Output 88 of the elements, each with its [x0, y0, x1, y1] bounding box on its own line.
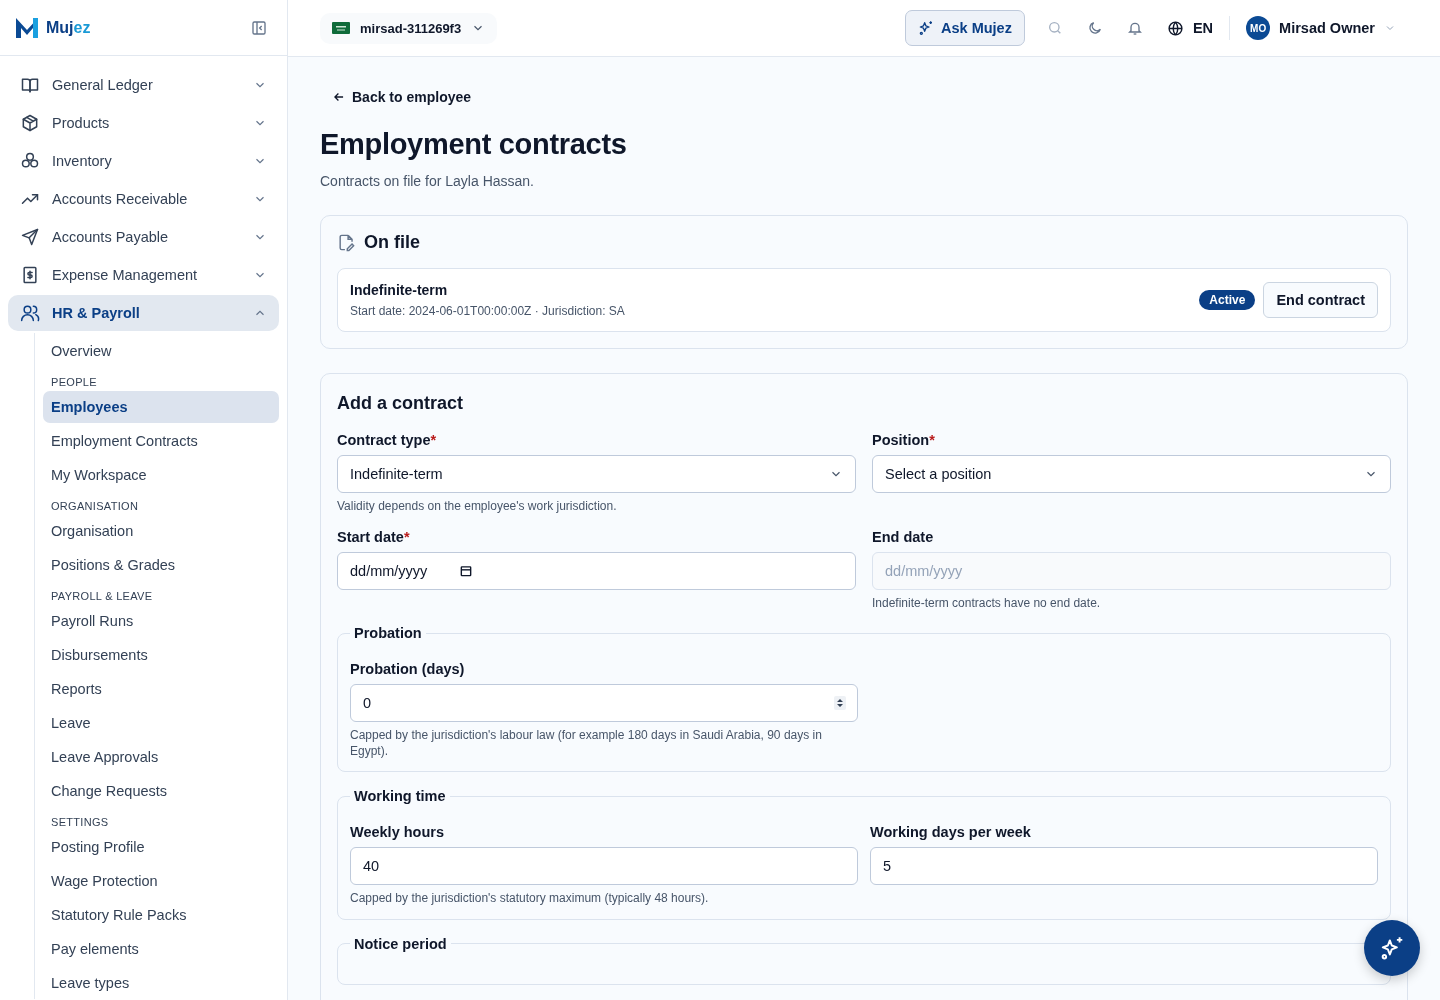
globe-icon: [1166, 19, 1184, 37]
nav-item[interactable]: General Ledger: [8, 67, 279, 103]
notification-icon[interactable]: [1126, 20, 1143, 36]
status-badge: Active: [1199, 290, 1256, 310]
field-hint: Indefinite-term contracts have no end date.: [872, 595, 1102, 612]
section-label: PEOPLE: [50, 375, 98, 390]
page-subtitle: Contracts on file for Layla Hassan.: [320, 173, 535, 189]
nav-subitem[interactable]: Leave types: [43, 967, 279, 999]
nav-subitem[interactable]: Reports: [43, 673, 279, 705]
nav-item[interactable]: HR & Payroll: [8, 295, 279, 331]
date-field[interactable]: dd/mm/yyyy: [337, 551, 856, 590]
field-label: Working days per week: [870, 824, 1032, 841]
field-label: Probation (days): [350, 661, 466, 678]
nav-label: Accounts Receivable: [52, 191, 188, 207]
nav-subitem[interactable]: Positions & Grades: [43, 549, 279, 581]
nav-subitem[interactable]: Payroll Runs: [43, 605, 279, 637]
nav-label: General Ledger: [52, 77, 153, 93]
field-hint: Capped by the jurisdiction's labour law (for example 180 days in Saudi Arabia, 90 days in Egypt).: [350, 728, 823, 760]
nav-subitem[interactable]: Wage Protection: [43, 865, 279, 897]
field-label: End date: [872, 528, 935, 545]
moon-icon[interactable]: [1086, 20, 1103, 36]
text-field[interactable]: 5: [870, 847, 1378, 886]
nav-subitem[interactable]: Statutory Rule Packs: [43, 899, 279, 931]
receipt-icon: [20, 265, 40, 285]
nav-item[interactable]: Accounts Receivable: [8, 181, 279, 217]
nav-subitem[interactable]: Disbursements: [43, 639, 279, 671]
field-label: Contract type*: [337, 432, 438, 448]
section-label: ORGANISATION: [50, 499, 140, 514]
sparkles-icon: [1379, 935, 1405, 961]
flag-icon: [332, 22, 350, 34]
sparkles-icon: [918, 20, 935, 36]
card-title: Add a contract: [337, 393, 465, 414]
ask-button[interactable]: Ask Mujez: [905, 10, 1025, 46]
card-title: On file: [364, 232, 420, 253]
user-menu[interactable]: MO Mirsad Owner: [1246, 16, 1396, 40]
document-edit-icon: [337, 233, 356, 252]
nav-subitem[interactable]: Organisation: [43, 515, 279, 547]
nav-subitem[interactable]: Posting Profile: [43, 831, 279, 863]
cubes-icon: [20, 151, 40, 171]
field-label: Start date*: [337, 528, 411, 545]
logo-icon: [15, 15, 39, 40]
section-label: SETTINGS: [50, 815, 110, 830]
back-link[interactable]: Back to employee: [332, 89, 472, 105]
nav-subitem[interactable]: Overview: [43, 335, 279, 367]
contract-title: Indefinite-term: [350, 282, 449, 298]
language-button[interactable]: EN: [1166, 19, 1214, 37]
book-icon: [20, 75, 40, 95]
section-label: PAYROLL & LEAVE: [50, 589, 154, 604]
nav-subitem[interactable]: Pay elements: [43, 933, 279, 965]
calendar-icon[interactable]: [459, 563, 473, 578]
fieldset-legend: Notice period: [350, 935, 451, 952]
nav-label: Inventory: [52, 153, 112, 169]
nav-label: Expense Management: [52, 267, 198, 283]
field-hint: Validity depends on the employee's work jurisdiction.: [337, 499, 618, 515]
text-field[interactable]: 40: [350, 847, 858, 886]
stepper-icon[interactable]: [834, 696, 846, 711]
organisation-switcher[interactable]: mirsad-311269f3: [320, 12, 498, 44]
collapse-sidebar-icon[interactable]: [251, 19, 267, 36]
nav-subitem[interactable]: My Workspace: [43, 459, 279, 491]
page-title: Employment contracts: [320, 128, 628, 161]
dropdown[interactable]: Indefinite-term: [337, 455, 856, 493]
arrow-left-icon: [332, 90, 346, 104]
box-icon: [20, 113, 40, 133]
nav-subitem[interactable]: Leave: [43, 707, 279, 739]
nav-item[interactable]: Products: [8, 105, 279, 141]
send-icon: [20, 227, 40, 247]
end-contract-button[interactable]: End contract: [1263, 282, 1378, 318]
nav-label: Products: [52, 115, 110, 131]
nav-label: HR & Payroll: [52, 305, 140, 321]
contract-details: Start date: 2024-06-01T00:00:00Z · Jurisdiction: SA: [350, 304, 626, 318]
nav-item[interactable]: Inventory: [8, 143, 279, 179]
nav-subitem[interactable]: Leave Approvals: [43, 741, 279, 773]
field-hint: Capped by the jurisdiction's statutory maximum (typically 48 hours).: [350, 891, 710, 907]
nav-label: Accounts Payable: [52, 229, 169, 245]
number-field[interactable]: 0: [350, 684, 858, 723]
fieldset-legend: Working time: [350, 788, 450, 805]
fieldset-legend: Probation: [350, 625, 426, 642]
field-label: Position*: [872, 432, 936, 448]
nav-subitem[interactable]: Employees: [43, 391, 279, 423]
people-icon: [20, 303, 40, 323]
dropdown[interactable]: Select a position: [872, 455, 1391, 493]
field-label: Weekly hours: [350, 824, 446, 841]
avatar: MO: [1246, 16, 1271, 40]
nav-subitem[interactable]: Change Requests: [43, 775, 279, 807]
nav-subitem[interactable]: Employment Contracts: [43, 425, 279, 457]
nav-item[interactable]: Expense Management: [8, 257, 279, 293]
nav-item[interactable]: Accounts Payable: [8, 219, 279, 255]
brand-name: Mujez: [46, 18, 91, 37]
